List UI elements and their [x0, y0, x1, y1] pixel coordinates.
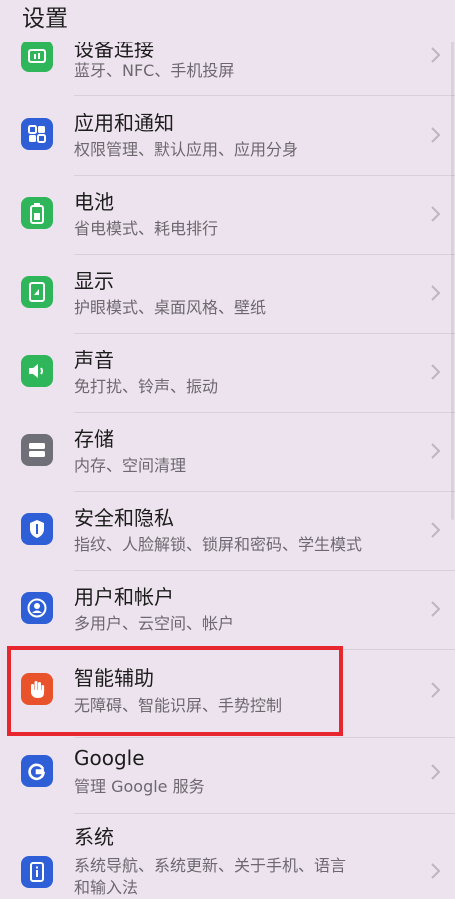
- settings-item-subtitle: 免打扰、铃声、振动: [74, 377, 219, 396]
- settings-item-storage[interactable]: 存储 内存、空间清理: [0, 412, 455, 491]
- highlight-box: [7, 646, 343, 736]
- settings-item-title: 声音: [74, 348, 114, 372]
- shield-icon: [21, 513, 53, 545]
- settings-item-title: 用户和帐户: [74, 585, 174, 609]
- settings-item-subtitle: 系统导航、系统更新、关于手机、语言: [74, 856, 347, 875]
- settings-item-subtitle-line2: 和输入法: [74, 878, 139, 897]
- google-icon: [21, 755, 53, 787]
- chevron-right-icon: [431, 47, 441, 63]
- settings-item-subtitle: 蓝牙、NFC、手机投屏: [74, 61, 235, 80]
- settings-item-subtitle: 护眼模式、桌面风格、壁纸: [74, 298, 267, 317]
- settings-item-sound[interactable]: 声音 免打扰、铃声、振动: [0, 333, 455, 412]
- page-title: 设置: [22, 6, 68, 32]
- settings-item-title: Google: [74, 746, 145, 770]
- scrollbar[interactable]: [451, 40, 454, 520]
- device-connection-icon: [21, 40, 53, 72]
- settings-item-subtitle: 权限管理、默认应用、应用分身: [74, 140, 299, 159]
- display-icon: [21, 276, 53, 308]
- settings-item-subtitle: 多用户、云空间、帐户: [74, 614, 235, 633]
- settings-item-system[interactable]: 系统 系统导航、系统更新、关于手机、语言 和输入法: [0, 813, 455, 897]
- settings-item-title: 安全和隐私: [74, 506, 174, 530]
- user-icon: [21, 592, 53, 624]
- header: 设置: [0, 0, 455, 42]
- settings-item-apps-notifications[interactable]: 应用和通知 权限管理、默认应用、应用分身: [0, 96, 455, 175]
- settings-item-subtitle: 内存、空间清理: [74, 456, 187, 475]
- settings-item-title: 系统: [74, 825, 114, 849]
- settings-item-title: 存储: [74, 427, 114, 451]
- settings-item-battery[interactable]: 电池 省电模式、耗电排行: [0, 175, 455, 254]
- settings-item-title: 电池: [74, 190, 114, 214]
- settings-item-subtitle: 管理 Google 服务: [74, 777, 205, 796]
- chevron-right-icon: [431, 127, 441, 143]
- speaker-icon: [21, 355, 53, 387]
- chevron-right-icon: [431, 863, 441, 879]
- settings-item-subtitle: 省电模式、耗电排行: [74, 219, 219, 238]
- storage-icon: [21, 434, 53, 466]
- settings-item-display[interactable]: 显示 护眼模式、桌面风格、壁纸: [0, 254, 455, 333]
- settings-item-google[interactable]: Google 管理 Google 服务: [0, 737, 455, 816]
- settings-item-title: 应用和通知: [74, 111, 174, 135]
- chevron-right-icon: [431, 764, 441, 780]
- chevron-right-icon: [431, 206, 441, 222]
- settings-list: 设备连接 蓝牙、NFC、手机投屏 应用和通知 权限管理、默认应用、应用分身 电池…: [0, 0, 455, 897]
- settings-item-title: 显示: [74, 269, 114, 293]
- chevron-right-icon: [431, 285, 441, 301]
- chevron-right-icon: [431, 364, 441, 380]
- chevron-right-icon: [431, 601, 441, 617]
- chevron-right-icon: [431, 443, 441, 459]
- chevron-right-icon: [431, 682, 441, 698]
- settings-item-security-privacy[interactable]: 安全和隐私 指纹、人脸解锁、锁屏和密码、学生模式: [0, 491, 455, 570]
- settings-item-subtitle: 指纹、人脸解锁、锁屏和密码、学生模式: [74, 535, 363, 554]
- chevron-right-icon: [431, 522, 441, 538]
- settings-item-users-accounts[interactable]: 用户和帐户 多用户、云空间、帐户: [0, 570, 455, 649]
- battery-icon: [21, 197, 53, 229]
- system-info-icon: [21, 856, 53, 888]
- apps-grid-icon: [21, 118, 53, 150]
